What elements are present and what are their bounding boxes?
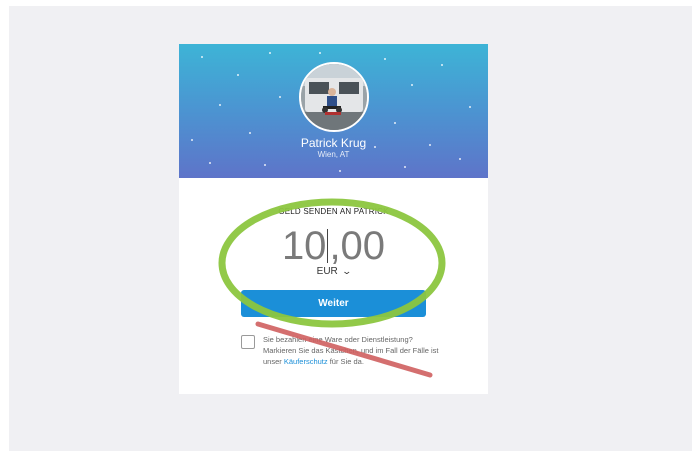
chevron-down-icon: ⌄ xyxy=(341,266,352,276)
notice-text-after: für Sie da. xyxy=(327,357,364,366)
send-money-card: Patrick Krug Wien, AT GELD SENDEN AN PAT… xyxy=(179,44,488,394)
currency-selector[interactable]: EUR ⌄ xyxy=(179,266,488,277)
send-money-heading: GELD SENDEN AN PATRICK xyxy=(278,207,389,216)
amount-decimal: ,00 xyxy=(329,224,386,268)
purchase-protection-checkbox[interactable] xyxy=(241,335,255,349)
recipient-name: Patrick Krug xyxy=(300,136,367,150)
buyer-protection-link[interactable]: Käuferschutz xyxy=(284,357,328,366)
continue-button[interactable]: Weiter xyxy=(241,290,426,317)
purchase-protection-notice: Sie bezahlen eine Ware oder Dienstleistu… xyxy=(263,334,443,367)
recipient-location: Wien, AT xyxy=(317,150,350,159)
amount-whole: 10 xyxy=(281,224,327,268)
recipient-avatar xyxy=(299,62,369,132)
recipient-header: Patrick Krug Wien, AT xyxy=(179,44,488,178)
amount-input[interactable]: 10,00 xyxy=(179,222,488,270)
currency-label: EUR xyxy=(316,266,338,277)
